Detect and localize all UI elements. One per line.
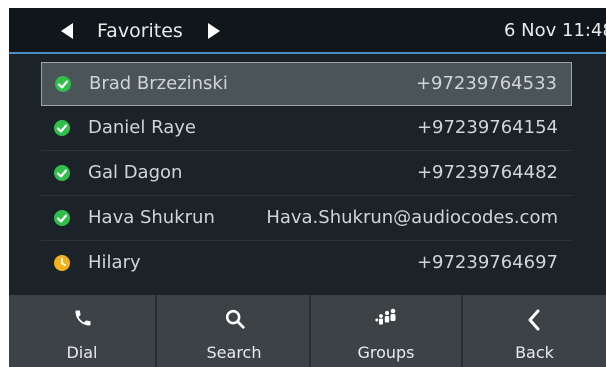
contact-name: Daniel Raye [88,117,196,138]
available-status-icon [54,210,70,226]
back-label: Back [515,343,554,362]
contact-row-hilary[interactable]: Hilary +97239764697 [41,242,572,286]
date-time: 6 Nov 11:48 [504,20,606,41]
header-bar: Favorites 6 Nov 11:48 [9,8,606,54]
available-status-icon [54,165,70,181]
dial-label: Dial [66,343,98,362]
available-status-icon [54,120,70,136]
groups-label: Groups [357,343,415,362]
search-label: Search [206,343,262,362]
groups-icon [375,308,396,325]
phone-icon [75,310,91,326]
contact-number: +97239764482 [416,162,558,183]
available-status-icon [55,76,71,92]
softkey-bar: Dial Search Groups Back [9,295,606,367]
status-dot [55,76,71,92]
contact-number: +97239764154 [416,117,558,138]
back-button[interactable]: Back [463,295,606,367]
status-dot [54,165,70,181]
contact-row-gal-dagon[interactable]: Gal Dagon +97239764482 [41,152,572,196]
left-triangle-icon[interactable] [59,21,75,41]
contact-name: Hilary [88,252,141,273]
chevron-left-icon [528,309,540,331]
search-icon [225,309,245,329]
away-clock-icon [54,255,70,271]
contact-row-brad-brzezinski[interactable]: Brad Brzezinski +97239764533 [41,62,572,106]
contact-number: +97239764533 [415,73,557,94]
contact-email: Hava.Shukrun@audiocodes.com [266,207,558,228]
contact-row-daniel-raye[interactable]: Daniel Raye +97239764154 [41,107,572,151]
status-dot [54,120,70,136]
contact-name: Brad Brzezinski [89,73,228,94]
contact-number: +97239764697 [416,252,558,273]
page-title: Favorites [97,20,183,42]
groups-button[interactable]: Groups [311,295,463,367]
search-button[interactable]: Search [159,295,311,367]
status-dot [54,210,70,226]
right-triangle-icon[interactable] [206,21,222,41]
dial-button[interactable]: Dial [9,295,157,367]
contact-name: Hava Shukrun [88,207,215,228]
contact-row-hava-shukrun[interactable]: Hava Shukrun Hava.Shukrun@audiocodes.com [41,197,572,241]
contact-name: Gal Dagon [88,162,183,183]
phone-screen: Favorites 6 Nov 11:48 Brad Brzezinski +9… [9,8,606,367]
